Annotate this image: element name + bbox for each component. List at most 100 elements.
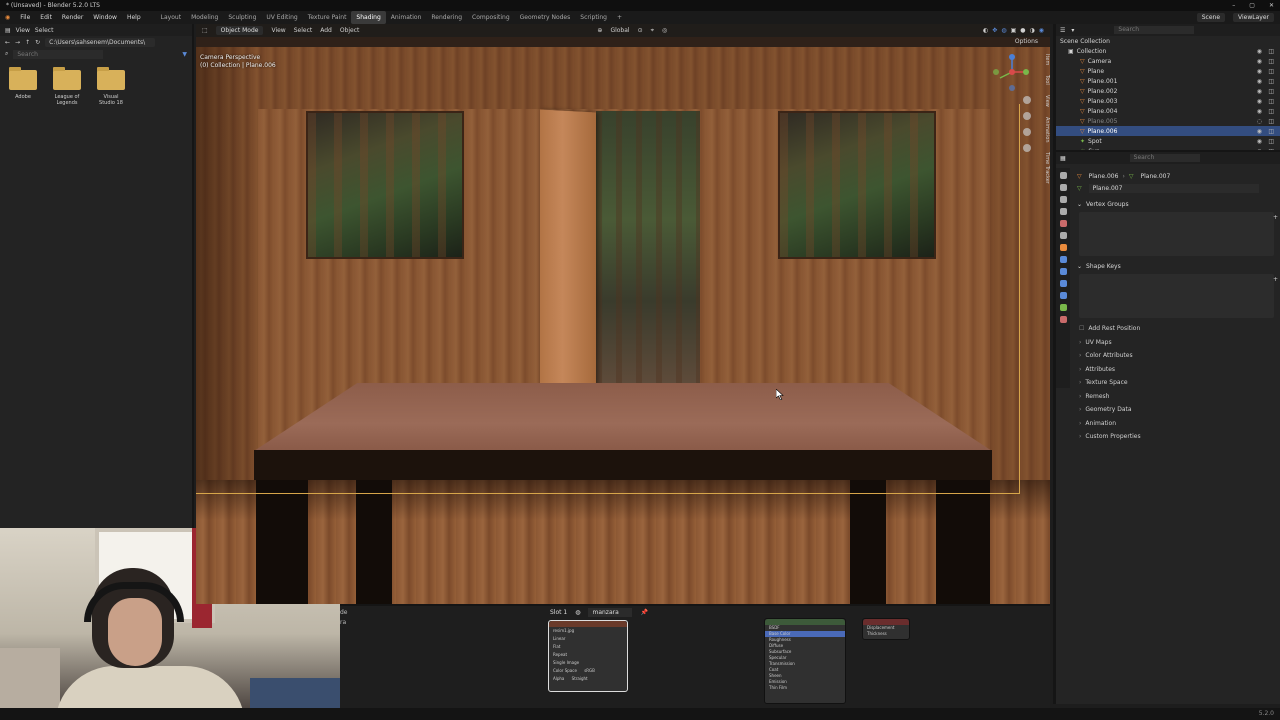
world-tab-icon[interactable] [1059, 232, 1067, 239]
vp-menu-object[interactable]: Object [340, 27, 360, 34]
modifier-tab-icon[interactable] [1059, 256, 1067, 263]
maximize-button[interactable]: ▢ [1249, 0, 1255, 11]
section-uv-maps[interactable]: › UV Maps [1073, 336, 1280, 350]
outliner-row-scene-collection[interactable]: Scene Collection [1056, 36, 1280, 46]
node-socket[interactable]: Thickness [863, 631, 909, 637]
section-animation[interactable]: › Animation [1073, 417, 1280, 431]
eye-icon[interactable]: ◉ [1257, 88, 1262, 95]
forward-arrow-icon[interactable]: → [15, 39, 20, 46]
material-tab-icon[interactable] [1059, 316, 1067, 323]
tab-layout[interactable]: Layout [156, 11, 186, 24]
image-texture-node[interactable]: resim1.jpg Linear Flat Repeat Single Ima… [548, 620, 628, 692]
tab-uv-editing[interactable]: UV Editing [261, 11, 302, 24]
pin-icon[interactable]: 📌 [640, 609, 647, 616]
eye-icon[interactable]: ◉ [1257, 138, 1262, 145]
node-field-row[interactable]: Alpha Straight [549, 675, 627, 683]
node-field[interactable]: Single Image [549, 659, 627, 667]
fb-menu-view[interactable]: View [16, 27, 30, 34]
camera-toggle-icon[interactable]: ◫ [1268, 78, 1274, 85]
tab-time-tracker[interactable]: Time Tracker [1038, 152, 1050, 184]
camera-toggle-icon[interactable]: ◫ [1268, 118, 1274, 125]
camera-toggle-icon[interactable]: ◫ [1268, 88, 1274, 95]
folder-item[interactable]: League of Legends [52, 67, 82, 106]
render-tab-icon[interactable] [1059, 184, 1067, 191]
editor-type-icon[interactable]: ▦ [1060, 155, 1066, 162]
filter-icon[interactable]: ▼ [182, 51, 187, 58]
shading-rendered-icon[interactable]: ◉ [1039, 27, 1044, 34]
section-attributes[interactable]: › Attributes [1073, 363, 1280, 377]
parent-dir-icon[interactable]: ↑ [25, 39, 30, 46]
scene-selector[interactable]: Scene [1196, 13, 1226, 22]
shader-editor[interactable]: Slot 1 ◍ manzara 📌 de ra resim1.jpg Line… [340, 604, 1050, 708]
outliner-row-plane-002[interactable]: ▽ Plane.002 ◉ ◫ [1056, 86, 1280, 96]
slot-selector[interactable]: Slot 1 [550, 609, 567, 616]
output-tab-icon[interactable] [1059, 196, 1067, 203]
eye-icon[interactable]: ◉ [1257, 108, 1262, 115]
node-field[interactable]: Flat [549, 643, 627, 651]
camera-toggle-icon[interactable]: ◫ [1268, 128, 1274, 135]
zoom-icon[interactable] [1023, 96, 1031, 104]
overlay-toggle-icon[interactable]: ◍ [1001, 27, 1006, 34]
menu-window[interactable]: Window [88, 11, 122, 24]
outliner-search[interactable]: Search [1114, 26, 1195, 34]
tab-scripting[interactable]: Scripting [575, 11, 612, 24]
material-name-field[interactable]: manzara [588, 607, 633, 617]
camera-toggle-icon[interactable]: ◫ [1268, 68, 1274, 75]
vp-menu-select[interactable]: Select [294, 27, 313, 34]
xray-icon[interactable]: ▣ [1011, 27, 1017, 34]
vertex-groups-list[interactable]: + [1079, 212, 1278, 256]
outliner-row-plane-006[interactable]: ▽ Plane.006 ◉ ◫ [1056, 126, 1280, 136]
tab-shading[interactable]: Shading [351, 11, 386, 24]
blender-logo-icon[interactable]: ◉ [0, 11, 15, 24]
perspective-icon[interactable] [1023, 144, 1031, 152]
menu-help[interactable]: Help [122, 11, 146, 24]
minimize-button[interactable]: – [1232, 0, 1235, 11]
tab-item[interactable]: Item [1038, 54, 1050, 65]
vertex-groups-panel-header[interactable]: ⌄ Vertex Groups [1073, 198, 1280, 210]
outliner-row-plane-001[interactable]: ▽ Plane.001 ◉ ◫ [1056, 76, 1280, 86]
camera-toggle-icon[interactable]: ◫ [1268, 58, 1274, 65]
shape-keys-panel-header[interactable]: ⌄ Shape Keys [1073, 260, 1280, 272]
scene-tab-icon[interactable] [1059, 220, 1067, 227]
tool-tab-icon[interactable] [1059, 172, 1067, 179]
eye-icon[interactable]: ◉ [1257, 48, 1262, 55]
eye-icon[interactable]: ◉ [1257, 98, 1262, 105]
editor-type-icon[interactable]: ☰ [1060, 27, 1065, 34]
data-name-field[interactable]: Plane.007 [1088, 183, 1259, 193]
eye-icon[interactable]: ◉ [1257, 78, 1262, 85]
physics-tab-icon[interactable] [1059, 280, 1067, 287]
orientation-selector[interactable]: Global [610, 27, 629, 34]
node-field[interactable]: Repeat [549, 651, 627, 659]
image-filename[interactable]: resim1.jpg [549, 627, 627, 635]
node-field[interactable]: Linear [549, 635, 627, 643]
tab-sculpting[interactable]: Sculpting [223, 11, 261, 24]
folder-item[interactable]: Adobe [8, 67, 38, 106]
data-tab-icon[interactable] [1059, 304, 1067, 311]
outliner-row-collection[interactable]: ▣ Collection ◉ ◫ [1056, 46, 1280, 56]
camera-toggle-icon[interactable]: ◫ [1268, 108, 1274, 115]
node-socket[interactable]: Thin Film [765, 685, 845, 691]
camera-view-icon[interactable] [1023, 128, 1031, 136]
gizmo-toggle-icon[interactable]: ✥ [992, 27, 997, 34]
3d-viewport[interactable]: ⬚ Object Mode View Select Add Object ⊕ G… [196, 24, 1050, 604]
pivot-icon[interactable]: ⊙ [638, 27, 643, 34]
editor-type-icon[interactable]: ▤ [5, 27, 11, 34]
tab-geometry-nodes[interactable]: Geometry Nodes [515, 11, 576, 24]
shading-material-icon[interactable]: ◑ [1030, 27, 1035, 34]
mode-selector[interactable]: Object Mode [215, 26, 264, 35]
back-arrow-icon[interactable]: ← [5, 39, 10, 46]
add-workspace-button[interactable]: + [612, 11, 627, 24]
navigation-gizmo[interactable] [992, 52, 1032, 92]
shading-solid-icon[interactable]: ● [1020, 27, 1025, 34]
fb-menu-select[interactable]: Select [35, 27, 54, 34]
vp-menu-add[interactable]: Add [320, 27, 332, 34]
tab-rendering[interactable]: Rendering [426, 11, 467, 24]
add-rest-position-checkbox[interactable]: ☐ Add Rest Position [1073, 322, 1280, 336]
snap-icon[interactable]: ⌖ [651, 27, 654, 35]
refresh-icon[interactable]: ↻ [35, 39, 40, 46]
close-button[interactable]: ✕ [1269, 0, 1274, 11]
eye-icon[interactable]: ◉ [1257, 58, 1262, 65]
section-remesh[interactable]: › Remesh [1073, 390, 1280, 404]
fb-search-input[interactable]: Search [13, 49, 104, 59]
camera-toggle-icon[interactable]: ◫ [1268, 48, 1274, 55]
